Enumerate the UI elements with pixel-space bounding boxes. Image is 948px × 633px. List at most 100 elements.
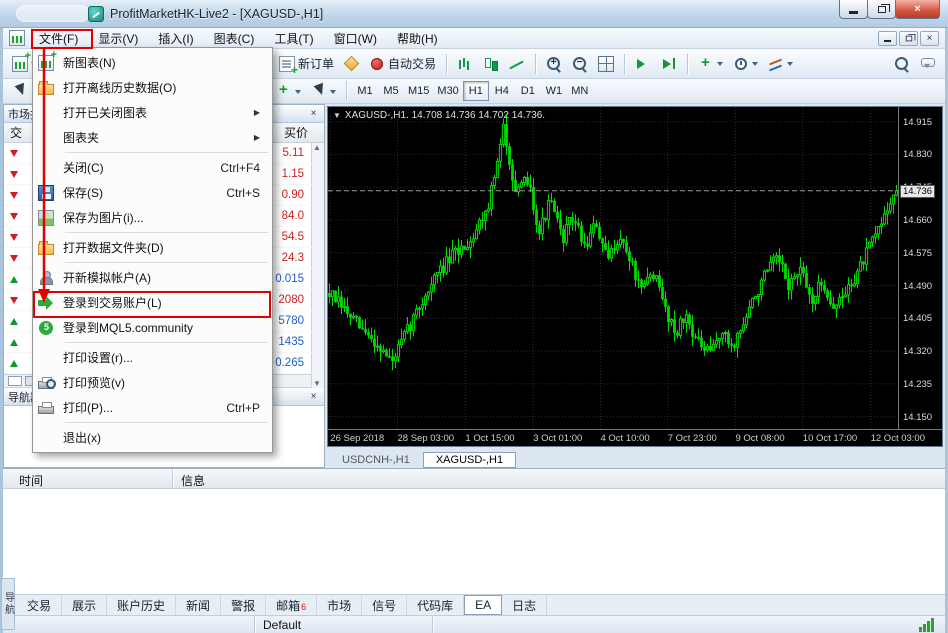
message-column-header[interactable]: 信息: [173, 469, 945, 488]
zoom-in-button[interactable]: [541, 52, 567, 76]
time-column-header[interactable]: 时间: [3, 469, 173, 488]
price-cell: 54.5: [282, 231, 304, 243]
add-object-button[interactable]: [271, 79, 306, 103]
bottom-tab-10[interactable]: EA: [464, 595, 502, 615]
tab-symbols[interactable]: [8, 376, 22, 386]
price-cell: 24.3: [282, 252, 304, 264]
price-axis-label: 14.235: [903, 379, 932, 390]
menu-item[interactable]: 打开数据文件夹(D): [33, 235, 272, 260]
bottom-tab-6[interactable]: 邮箱6: [266, 595, 317, 616]
statusbar: Default: [3, 615, 945, 633]
scroll-down-icon[interactable]: ▼: [313, 379, 321, 388]
menu-item-label: 打印(P)...: [63, 399, 113, 416]
time-axis[interactable]: 26 Sep 201828 Sep 03:001 Oct 15:003 Oct …: [328, 429, 942, 446]
zoom-out-button[interactable]: [567, 52, 593, 76]
menu-item[interactable]: 打印预览(v): [33, 370, 272, 395]
timeframe-h4[interactable]: H4: [489, 81, 515, 101]
candlestick-chart[interactable]: [328, 107, 898, 429]
auto-scroll-button[interactable]: [630, 52, 656, 76]
annotation-arrow: [34, 49, 58, 309]
new-order-button[interactable]: 新订单: [274, 52, 339, 76]
chart-window[interactable]: ▼XAGUSD-,H1. 14.708 14.736 14.702 14.736…: [327, 106, 943, 447]
indicators-button[interactable]: [693, 52, 728, 76]
timeframe-m5[interactable]: M5: [378, 81, 404, 101]
menu-item[interactable]: 保存(S)Ctrl+S: [33, 180, 272, 205]
mdi-minimize-button[interactable]: [878, 31, 897, 46]
bottom-tab-3[interactable]: 账户历史: [107, 595, 176, 616]
time-axis-label: 7 Oct 23:00: [668, 433, 717, 444]
titlebar[interactable]: ProfitMarketHK-Live2 - [XAGUSD-,H1] ×: [0, 0, 948, 28]
periods-button[interactable]: [728, 52, 763, 76]
mdi-controls: ×: [878, 31, 939, 46]
time-axis-label: 26 Sep 2018: [330, 433, 384, 444]
close-button[interactable]: ×: [895, 0, 940, 19]
cursor-tool-button[interactable]: [7, 79, 33, 103]
bottom-tab-8[interactable]: 信号: [362, 595, 407, 616]
tab-label: 新闻: [186, 597, 210, 614]
bottom-tab-5[interactable]: 警报: [221, 595, 266, 616]
chart-shift-button[interactable]: [656, 52, 682, 76]
terminal-content: [3, 489, 945, 594]
menu-item[interactable]: 退出(x): [33, 425, 272, 450]
chart-tab-1[interactable]: USDCNH-,H1: [329, 452, 423, 468]
menubar-item-7[interactable]: 帮助(H): [387, 27, 448, 50]
menu-item[interactable]: 关闭(C)Ctrl+F4: [33, 155, 272, 180]
timeframe-h1[interactable]: H1: [463, 81, 489, 101]
menu-item[interactable]: 图表夹▶: [33, 125, 272, 150]
bar-chart-button[interactable]: [452, 52, 478, 76]
timeframe-mn[interactable]: MN: [567, 81, 593, 101]
templates-button[interactable]: [763, 52, 798, 76]
navigator-close-icon[interactable]: ×: [307, 390, 320, 403]
search-button[interactable]: [889, 52, 915, 76]
timeframe-m15[interactable]: M15: [404, 81, 433, 101]
timeframe-m1[interactable]: M1: [352, 81, 378, 101]
timeframe-m30[interactable]: M30: [433, 81, 462, 101]
market-watch-close-icon[interactable]: ×: [307, 107, 320, 120]
metaeditor-button[interactable]: [339, 52, 364, 76]
chart-tab-2[interactable]: XAGUSD-,H1: [423, 452, 516, 468]
community-button[interactable]: [915, 52, 941, 76]
statusbar-section: [433, 616, 911, 633]
menu-item[interactable]: 新图表(N): [33, 50, 272, 75]
statusbar-profile[interactable]: Default: [255, 616, 433, 633]
timeframe-w1[interactable]: W1: [541, 81, 567, 101]
bottom-tab-2[interactable]: 展示: [62, 595, 107, 616]
terminal-header: 时间 信息: [3, 469, 945, 489]
restore-icon: [905, 35, 911, 41]
menu-item[interactable]: 登录到MQL5.community: [33, 315, 272, 340]
menu-item[interactable]: 保存为图片(i)...: [33, 205, 272, 230]
bottom-tab-1[interactable]: 交易: [17, 595, 62, 616]
collapse-icon[interactable]: ▼: [333, 111, 341, 120]
menubar-item-5[interactable]: 工具(T): [264, 27, 323, 50]
timeframe-d1[interactable]: D1: [515, 81, 541, 101]
crosshair-button[interactable]: [306, 79, 341, 103]
bottom-tab-7[interactable]: 市场: [317, 595, 362, 616]
bottom-tab-9[interactable]: 代码库: [407, 595, 464, 616]
autotrading-icon: [369, 56, 385, 72]
mdi-restore-button[interactable]: [899, 31, 918, 46]
tab-label: 交易: [27, 597, 51, 614]
candlestick-chart-button[interactable]: [478, 52, 504, 76]
line-chart-button[interactable]: [504, 52, 530, 76]
menu-item[interactable]: 开新模拟帐户(A): [33, 265, 272, 290]
mdi-close-button[interactable]: ×: [920, 31, 939, 46]
restore-button[interactable]: [867, 0, 896, 19]
menu-item-label: 新图表(N): [63, 54, 116, 71]
menu-item[interactable]: 打开离线历史数据(O): [33, 75, 272, 100]
bottom-tab-4[interactable]: 新闻: [176, 595, 221, 616]
ask-column-header[interactable]: 买价: [284, 124, 308, 141]
autotrading-button[interactable]: 自动交易: [364, 52, 441, 76]
tile-windows-button[interactable]: [593, 52, 619, 76]
menu-item-label: 保存(S): [63, 184, 103, 201]
price-axis[interactable]: 14.91514.83014.74514.66014.57514.49014.4…: [898, 107, 942, 429]
menu-item[interactable]: 打开已关闭图表▶: [33, 100, 272, 125]
navigator-collapsed-tab[interactable]: 导航: [1, 578, 15, 630]
tab-label: 展示: [72, 597, 96, 614]
symbol-column-header[interactable]: 交: [4, 124, 22, 141]
minimize-button[interactable]: [839, 0, 868, 19]
bottom-tab-11[interactable]: 日志: [502, 595, 547, 616]
menu-item[interactable]: 打印(P)...Ctrl+P: [33, 395, 272, 420]
menubar-item-6[interactable]: 窗口(W): [324, 27, 387, 50]
price-cell: 0.015: [275, 273, 304, 285]
menu-item[interactable]: 打印设置(r)...: [33, 345, 272, 370]
